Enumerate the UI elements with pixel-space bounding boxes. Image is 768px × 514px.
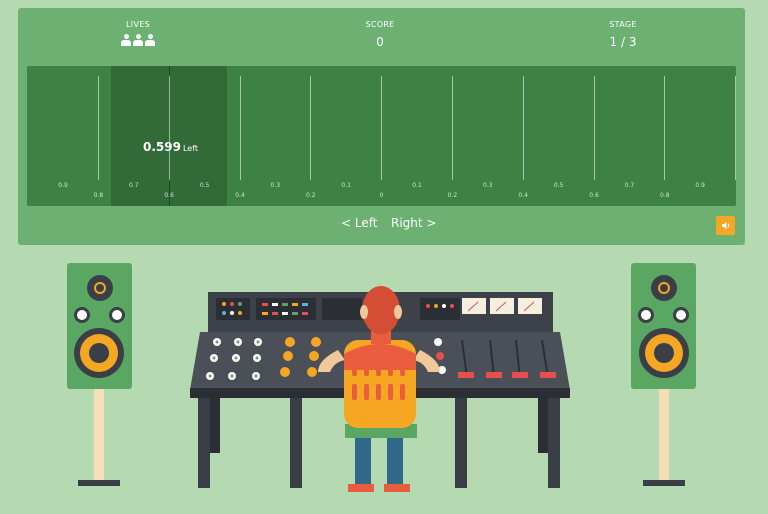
slider-tick-label: 0.8	[93, 192, 104, 199]
right-speaker	[631, 263, 696, 486]
slider-tick-label: 0.1	[341, 182, 351, 189]
life-icon	[121, 34, 131, 47]
sound-toggle-button[interactable]	[716, 216, 735, 235]
left-speaker	[67, 263, 132, 486]
life-icon	[145, 34, 155, 47]
slider-guide-line	[239, 76, 241, 180]
slider-tick-label: 0.7	[129, 182, 139, 189]
life-icon	[133, 34, 143, 47]
slider-guide-line	[310, 76, 312, 180]
slider-tick-label: 0.9	[695, 182, 705, 189]
slider-tick-label: 0.9	[58, 182, 68, 189]
slider-tick-label: 0.1	[412, 182, 422, 189]
slider-tick-label: 0.7	[624, 182, 635, 189]
slider-guide-line	[381, 76, 383, 180]
stage-display: STAGE 1 / 3	[563, 20, 683, 49]
slider-readout: 0.599 Left	[143, 136, 198, 155]
score-label: SCORE	[365, 20, 395, 29]
score-display: SCORE 0	[320, 20, 440, 49]
slider-tick-label: 0.2	[306, 192, 316, 199]
readout-direction: Left	[182, 144, 199, 153]
slider-tick-label: 0.6	[164, 192, 174, 199]
slider-guide-line	[452, 76, 453, 180]
lives-icons	[78, 34, 198, 48]
slider-tick-label: 0.4	[235, 192, 245, 199]
slider-tick-label: 0.8	[660, 192, 670, 199]
game-panel: LIVES SCORE 0 STAGE 1 / 3 0.599 Left 0.9 0…	[18, 8, 745, 245]
lives-label: LIVES	[126, 20, 150, 29]
slider-tick-label: 0	[379, 192, 384, 199]
slider-tick-label: 0.3	[483, 182, 493, 189]
slider-tick-label: 0.4	[518, 192, 528, 199]
slider-tick-label: 0.2	[447, 192, 458, 199]
slider-tick-label: 0.5	[199, 182, 210, 189]
slider-guide-line	[593, 76, 595, 180]
stage-label: STAGE	[609, 20, 637, 29]
slider-guide-line	[735, 76, 736, 180]
score-value: 0	[376, 35, 384, 49]
left-button[interactable]: < Left	[341, 216, 377, 230]
slider-guide-line	[522, 76, 524, 180]
readout-value: 0.599	[143, 140, 181, 154]
lives-display: LIVES	[78, 20, 198, 48]
right-button[interactable]: Right >	[391, 216, 436, 230]
speaker-icon	[722, 222, 730, 229]
slider-guide-line	[98, 76, 99, 180]
slider-tick-label: 0.5	[553, 182, 564, 189]
stage-value: 1 / 3	[609, 35, 637, 49]
balance-slider-track[interactable]: 0.599 Left 0.9 0.8 0.7 0.6 0.5 0.4 0.3 0.2 0.1 0 0.…	[27, 66, 736, 206]
slider-tick-label: 0.6	[589, 192, 599, 199]
slider-guide-line	[168, 76, 170, 180]
slider-guide-line	[664, 76, 666, 180]
slider-tick-label: 0.3	[270, 182, 281, 189]
